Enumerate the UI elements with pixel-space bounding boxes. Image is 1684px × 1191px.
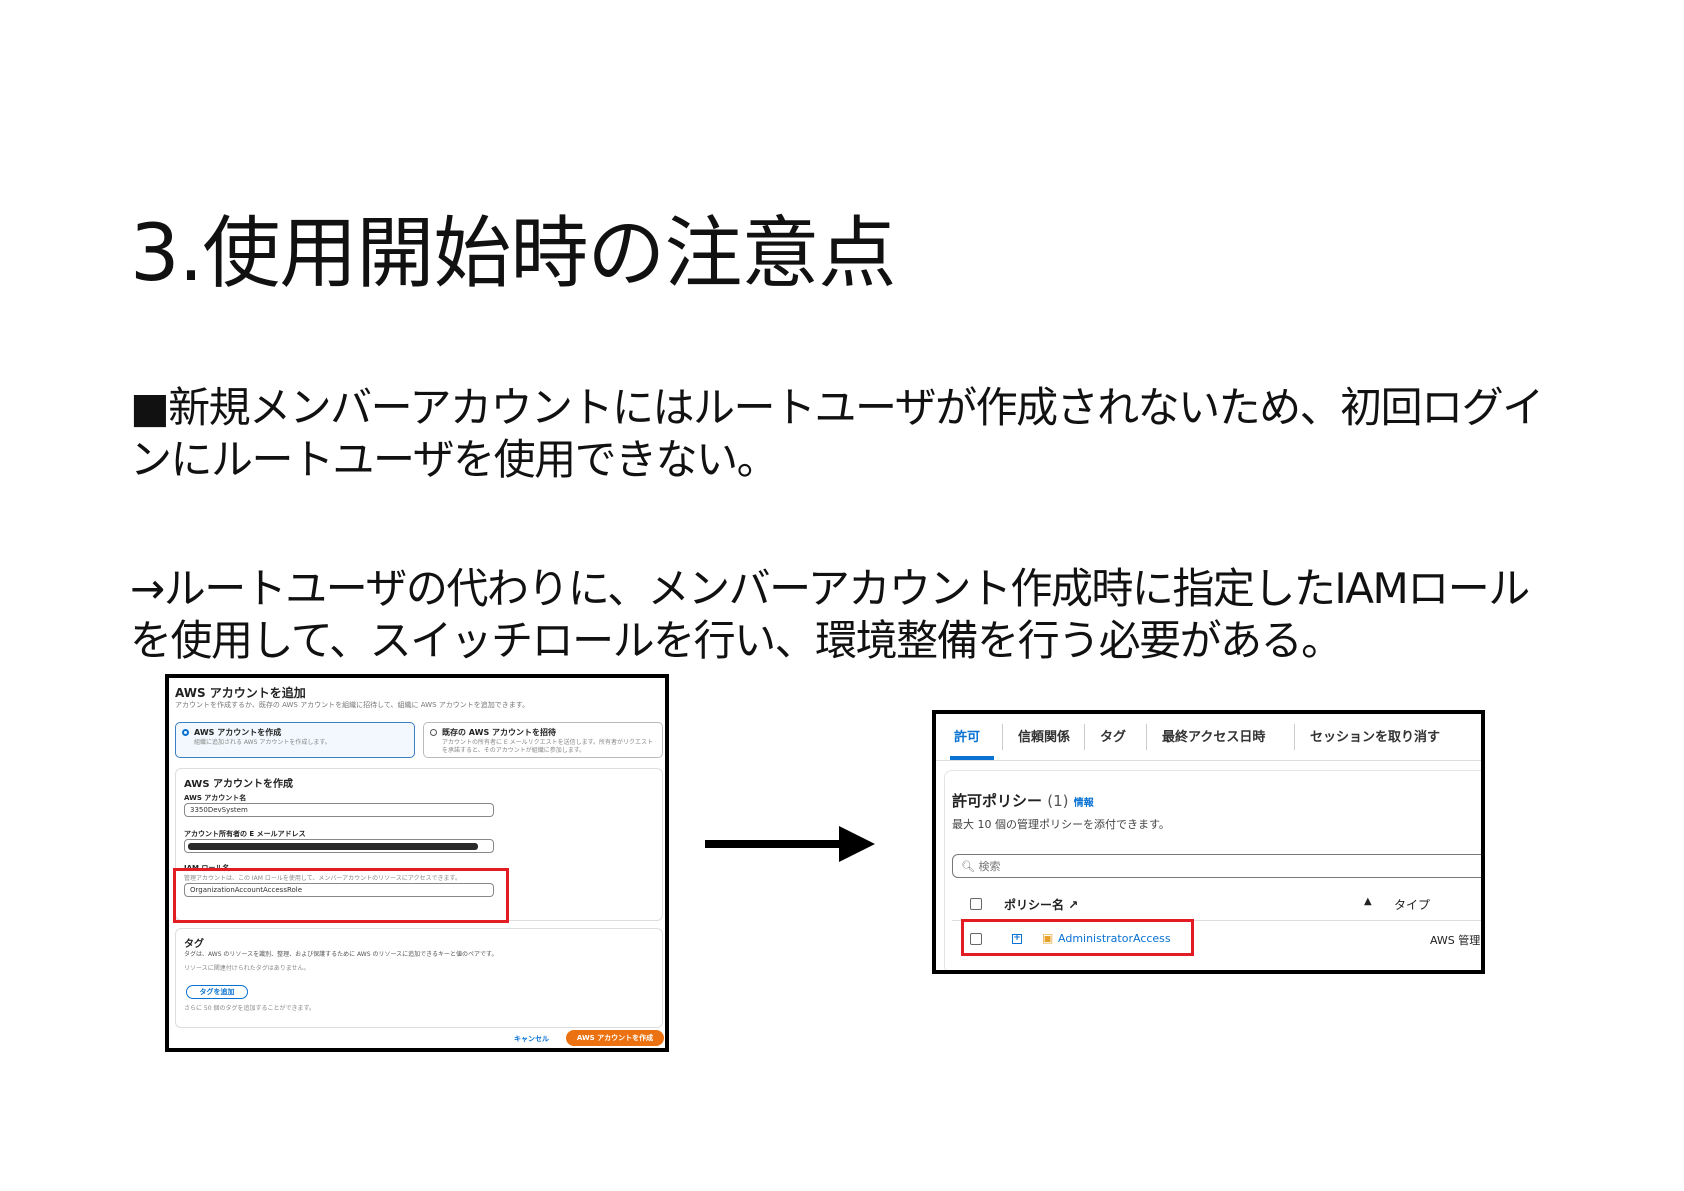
add-account-title: AWS アカウントを追加: [175, 686, 306, 700]
account-name-label: AWS アカウント名: [184, 794, 247, 802]
policy-heading: 許可ポリシー (1) 情報: [952, 790, 1094, 811]
option-invite-label: 既存の AWS アカウントを招待: [442, 728, 556, 737]
tab-divider: [1002, 724, 1003, 750]
column-policy-name[interactable]: ポリシー名 ↗: [1004, 896, 1078, 913]
redacted-email: [188, 843, 478, 850]
option-create-label: AWS アカウントを作成: [194, 728, 282, 737]
option-invite-desc: アカウントの所有者に E メールリクエストを送信します。所有者がリクエストを承諾…: [442, 739, 654, 754]
slide-title: 3.使用開始時の注意点: [130, 209, 896, 299]
add-account-screenshot: AWS アカウントを追加 アカウントを作成するか、既存の AWS アカウントを組…: [165, 674, 669, 1052]
role-permissions-screenshot: 許可 信頼関係 タグ 最終アクセス日時 セッションを取り消す 許可ポリシー (1…: [932, 710, 1485, 974]
search-icon: 🔍︎: [961, 860, 975, 873]
add-account-subtitle: アカウントを作成するか、既存の AWS アカウントを組織に招待して、組織に AW…: [175, 701, 530, 709]
right-arrow-icon: [705, 826, 875, 862]
radio-unselected-icon[interactable]: [430, 729, 437, 736]
option-create-account[interactable]: AWS アカウントを作成 組織に追加される AWS アカウントを作成します。: [175, 722, 415, 758]
tabs-divider: [936, 760, 1481, 761]
option-create-desc: 組織に追加される AWS アカウントを作成します。: [194, 739, 331, 746]
column-policy-name-label: ポリシー名: [1004, 898, 1065, 912]
policy-search-input[interactable]: 🔍︎ 検索: [952, 854, 1481, 878]
tag-empty: リソースに関連付けられたタグはありません。: [184, 965, 310, 972]
tab-trust-relationships[interactable]: 信頼関係: [1018, 726, 1070, 745]
column-type[interactable]: タイプ: [1394, 896, 1430, 913]
tab-divider: [1084, 724, 1085, 750]
policy-highlight: [961, 919, 1194, 956]
tag-desc: タグは、AWS のリソースを識別、整理、および保護するために AWS のリソース…: [184, 951, 498, 958]
select-all-checkbox[interactable]: [970, 898, 982, 910]
tab-tags[interactable]: タグ: [1100, 726, 1126, 745]
tab-last-accessed[interactable]: 最終アクセス日時: [1162, 726, 1265, 745]
note-paragraph: ■新規メンバーアカウントにはルートユーザが作成されないため、初回ログインにルート…: [130, 383, 1544, 484]
tab-divider: [1146, 724, 1147, 750]
policy-count: (1): [1047, 792, 1069, 810]
policy-desc: 最大 10 個の管理ポリシーを添付できます。: [952, 818, 1170, 831]
owner-email-input[interactable]: [184, 839, 494, 853]
radio-selected-icon[interactable]: [182, 729, 189, 736]
tag-limit: さらに 50 個のタグを追加することができます。: [184, 1005, 315, 1012]
account-name-input[interactable]: 3350DevSystem: [184, 803, 494, 817]
tab-divider: [1294, 724, 1295, 750]
tag-heading: タグ: [184, 939, 204, 950]
cancel-link[interactable]: キャンセル: [514, 1034, 549, 1044]
tag-panel: タグ タグは、AWS のリソースを識別、整理、および保護するために AWS のリ…: [175, 928, 663, 1028]
sort-asc-icon[interactable]: ▲: [1364, 896, 1372, 907]
policy-heading-text: 許可ポリシー: [952, 792, 1043, 810]
option-invite-account[interactable]: 既存の AWS アカウントを招待 アカウントの所有者に E メールリクエストを送…: [423, 722, 663, 758]
create-account-button[interactable]: AWS アカウントを作成: [566, 1030, 664, 1046]
solution-paragraph: →ルートユーザの代わりに、メンバーアカウント作成時に指定したIAMロールを使用し…: [130, 564, 1530, 665]
policy-type: AWS 管理: [1430, 934, 1481, 947]
owner-email-label: アカウント所有者の E メールアドレス: [184, 830, 306, 838]
tab-permissions[interactable]: 許可: [954, 726, 980, 745]
add-tag-button[interactable]: タグを追加: [186, 985, 248, 999]
info-link[interactable]: 情報: [1074, 798, 1094, 809]
search-placeholder: 検索: [978, 860, 1001, 873]
external-link-icon: ↗: [1068, 898, 1079, 912]
create-account-heading: AWS アカウントを作成: [184, 779, 294, 790]
iam-role-highlight: [173, 868, 509, 923]
tab-revoke-sessions[interactable]: セッションを取り消す: [1310, 726, 1440, 745]
